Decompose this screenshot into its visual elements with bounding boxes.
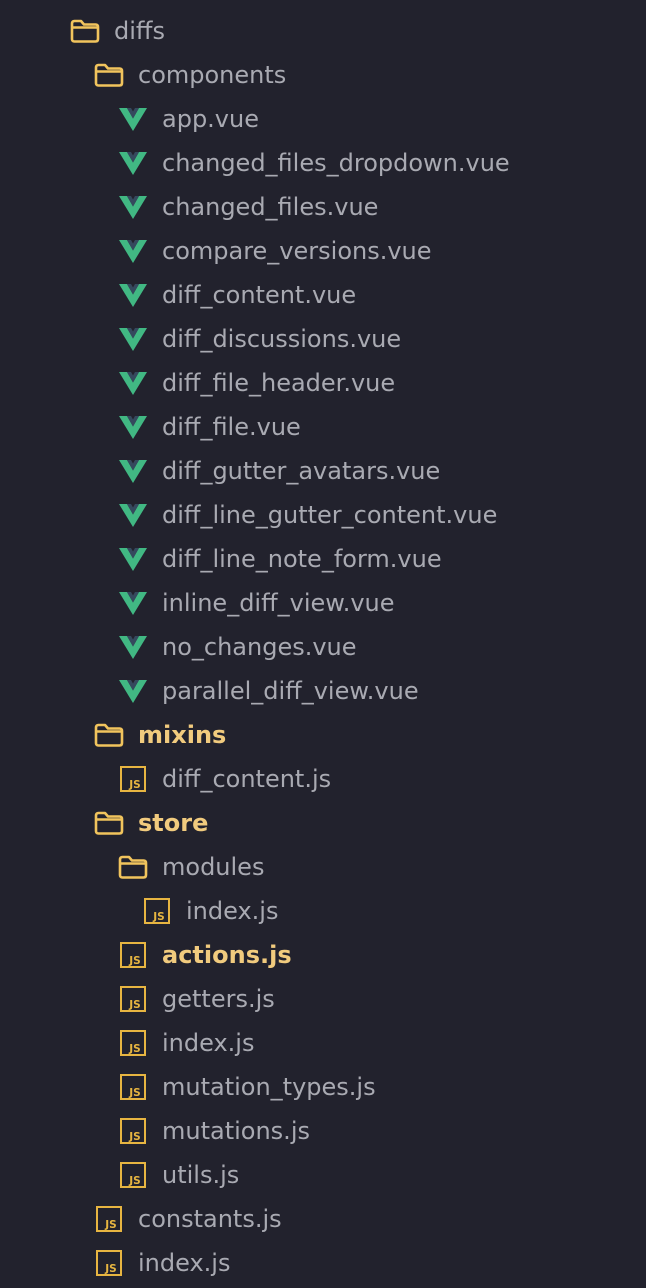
tree-item-label: changed_files_dropdown.vue — [162, 149, 510, 177]
tree-item-constants-js[interactable]: JS constants.js — [94, 1197, 282, 1241]
tree-item-label: diff_discussions.vue — [162, 325, 402, 353]
vue-icon — [118, 280, 148, 310]
vue-icon — [118, 456, 148, 486]
svg-text:JS: JS — [104, 1219, 116, 1231]
tree-item-no-changes-vue[interactable]: no_changes.vue — [118, 625, 357, 669]
tree-item-label: actions.js — [162, 941, 292, 969]
tree-item-app-vue[interactable]: app.vue — [118, 97, 259, 141]
tree-item-getters-js[interactable]: JS getters.js — [118, 977, 275, 1021]
tree-item-label: getters.js — [162, 985, 275, 1013]
tree-item-utils-js[interactable]: JS utils.js — [118, 1153, 239, 1197]
tree-item-diff-file-vue[interactable]: diff_file.vue — [118, 405, 301, 449]
folder-icon — [94, 720, 124, 750]
svg-text:JS: JS — [128, 999, 140, 1011]
tree-item-label: utils.js — [162, 1161, 240, 1189]
tree-item-label: index.js — [186, 897, 279, 925]
vue-icon — [118, 192, 148, 222]
vue-icon — [118, 324, 148, 354]
tree-item-label: constants.js — [138, 1205, 282, 1233]
tree-item-index-js[interactable]: JS index.js — [118, 1021, 254, 1065]
vue-icon — [118, 544, 148, 574]
tree-item-diffs[interactable]: diffs — [70, 9, 165, 53]
js-icon: JS — [94, 1248, 124, 1278]
tree-item-parallel-diff-view-vue[interactable]: parallel_diff_view.vue — [118, 669, 419, 713]
vue-icon — [118, 632, 148, 662]
js-icon: JS — [118, 984, 148, 1014]
js-icon: JS — [118, 940, 148, 970]
tree-item-label: diff_content.js — [162, 765, 332, 793]
js-icon: JS — [94, 1204, 124, 1234]
svg-text:JS: JS — [152, 911, 164, 923]
tree-item-label: diff_line_note_form.vue — [162, 545, 442, 573]
svg-text:JS: JS — [128, 779, 140, 791]
vue-icon — [118, 676, 148, 706]
tree-item-mutations-js[interactable]: JS mutations.js — [118, 1109, 310, 1153]
tree-item-label: parallel_diff_view.vue — [162, 677, 419, 705]
tree-item-diff-line-gutter-content-vue[interactable]: diff_line_gutter_content.vue — [118, 493, 497, 537]
svg-text:JS: JS — [104, 1263, 116, 1275]
tree-item-label: mixins — [138, 721, 227, 749]
tree-item-changed-files-vue[interactable]: changed_files.vue — [118, 185, 378, 229]
vue-icon — [118, 500, 148, 530]
vue-icon — [118, 588, 148, 618]
vue-icon — [118, 104, 148, 134]
tree-item-label: components — [138, 61, 287, 89]
tree-item-label: diff_content.vue — [162, 281, 357, 309]
js-icon: JS — [118, 1160, 148, 1190]
vue-icon — [118, 148, 148, 178]
js-icon: JS — [118, 1116, 148, 1146]
tree-item-label: inline_diff_view.vue — [162, 589, 395, 617]
vue-icon — [118, 412, 148, 442]
tree-item-modules[interactable]: modules — [118, 845, 264, 889]
tree-item-inline-diff-view-vue[interactable]: inline_diff_view.vue — [118, 581, 395, 625]
svg-text:JS: JS — [128, 1131, 140, 1143]
svg-text:JS: JS — [128, 955, 140, 967]
tree-item-diff-file-header-vue[interactable]: diff_file_header.vue — [118, 361, 395, 405]
tree-item-mixins[interactable]: mixins — [94, 713, 226, 757]
vue-icon — [118, 368, 148, 398]
tree-item-label: diff_line_gutter_content.vue — [162, 501, 498, 529]
svg-text:JS: JS — [128, 1175, 140, 1187]
folder-icon — [94, 808, 124, 838]
tree-item-label: diff_file.vue — [162, 413, 301, 441]
folder-icon — [94, 60, 124, 90]
tree-item-store[interactable]: store — [94, 801, 208, 845]
folder-icon — [70, 16, 100, 46]
tree-item-label: diff_gutter_avatars.vue — [162, 457, 441, 485]
tree-item-components[interactable]: components — [94, 53, 286, 97]
folder-icon — [118, 852, 148, 882]
tree-item-label: index.js — [138, 1249, 231, 1277]
tree-item-diff-discussions-vue[interactable]: diff_discussions.vue — [118, 317, 401, 361]
tree-item-label: app.vue — [162, 105, 259, 133]
tree-item-mutation-types-js[interactable]: JS mutation_types.js — [118, 1065, 376, 1109]
svg-text:JS: JS — [128, 1087, 140, 1099]
tree-item-label: modules — [162, 853, 265, 881]
vue-icon — [118, 236, 148, 266]
tree-item-label: no_changes.vue — [162, 633, 357, 661]
tree-item-actions-js[interactable]: JS actions.js — [118, 933, 292, 977]
js-icon: JS — [118, 764, 148, 794]
js-icon: JS — [118, 1028, 148, 1058]
tree-item-diff-content-js[interactable]: JS diff_content.js — [118, 757, 331, 801]
js-icon: JS — [118, 1072, 148, 1102]
file-tree: diffs components app.vue changed_files_drop… — [0, 0, 646, 1288]
tree-item-changed-files-dropdown-vue[interactable]: changed_files_dropdown.vue — [118, 141, 510, 185]
tree-item-diff-gutter-avatars-vue[interactable]: diff_gutter_avatars.vue — [118, 449, 440, 493]
tree-item-diff-line-note-form-vue[interactable]: diff_line_note_form.vue — [118, 537, 442, 581]
svg-text:JS: JS — [128, 1043, 140, 1055]
tree-item-index-js[interactable]: JS index.js — [94, 1241, 230, 1285]
tree-item-label: diff_file_header.vue — [162, 369, 396, 397]
tree-item-diff-content-vue[interactable]: diff_content.vue — [118, 273, 356, 317]
tree-item-label: index.js — [162, 1029, 255, 1057]
tree-item-compare-versions-vue[interactable]: compare_versions.vue — [118, 229, 432, 273]
tree-item-index-js[interactable]: JS index.js — [142, 889, 278, 933]
tree-item-label: changed_files.vue — [162, 193, 379, 221]
tree-item-label: diffs — [114, 17, 165, 45]
tree-item-label: store — [138, 809, 209, 837]
tree-item-label: compare_versions.vue — [162, 237, 432, 265]
tree-item-label: mutation_types.js — [162, 1073, 376, 1101]
tree-item-label: mutations.js — [162, 1117, 310, 1145]
js-icon: JS — [142, 896, 172, 926]
